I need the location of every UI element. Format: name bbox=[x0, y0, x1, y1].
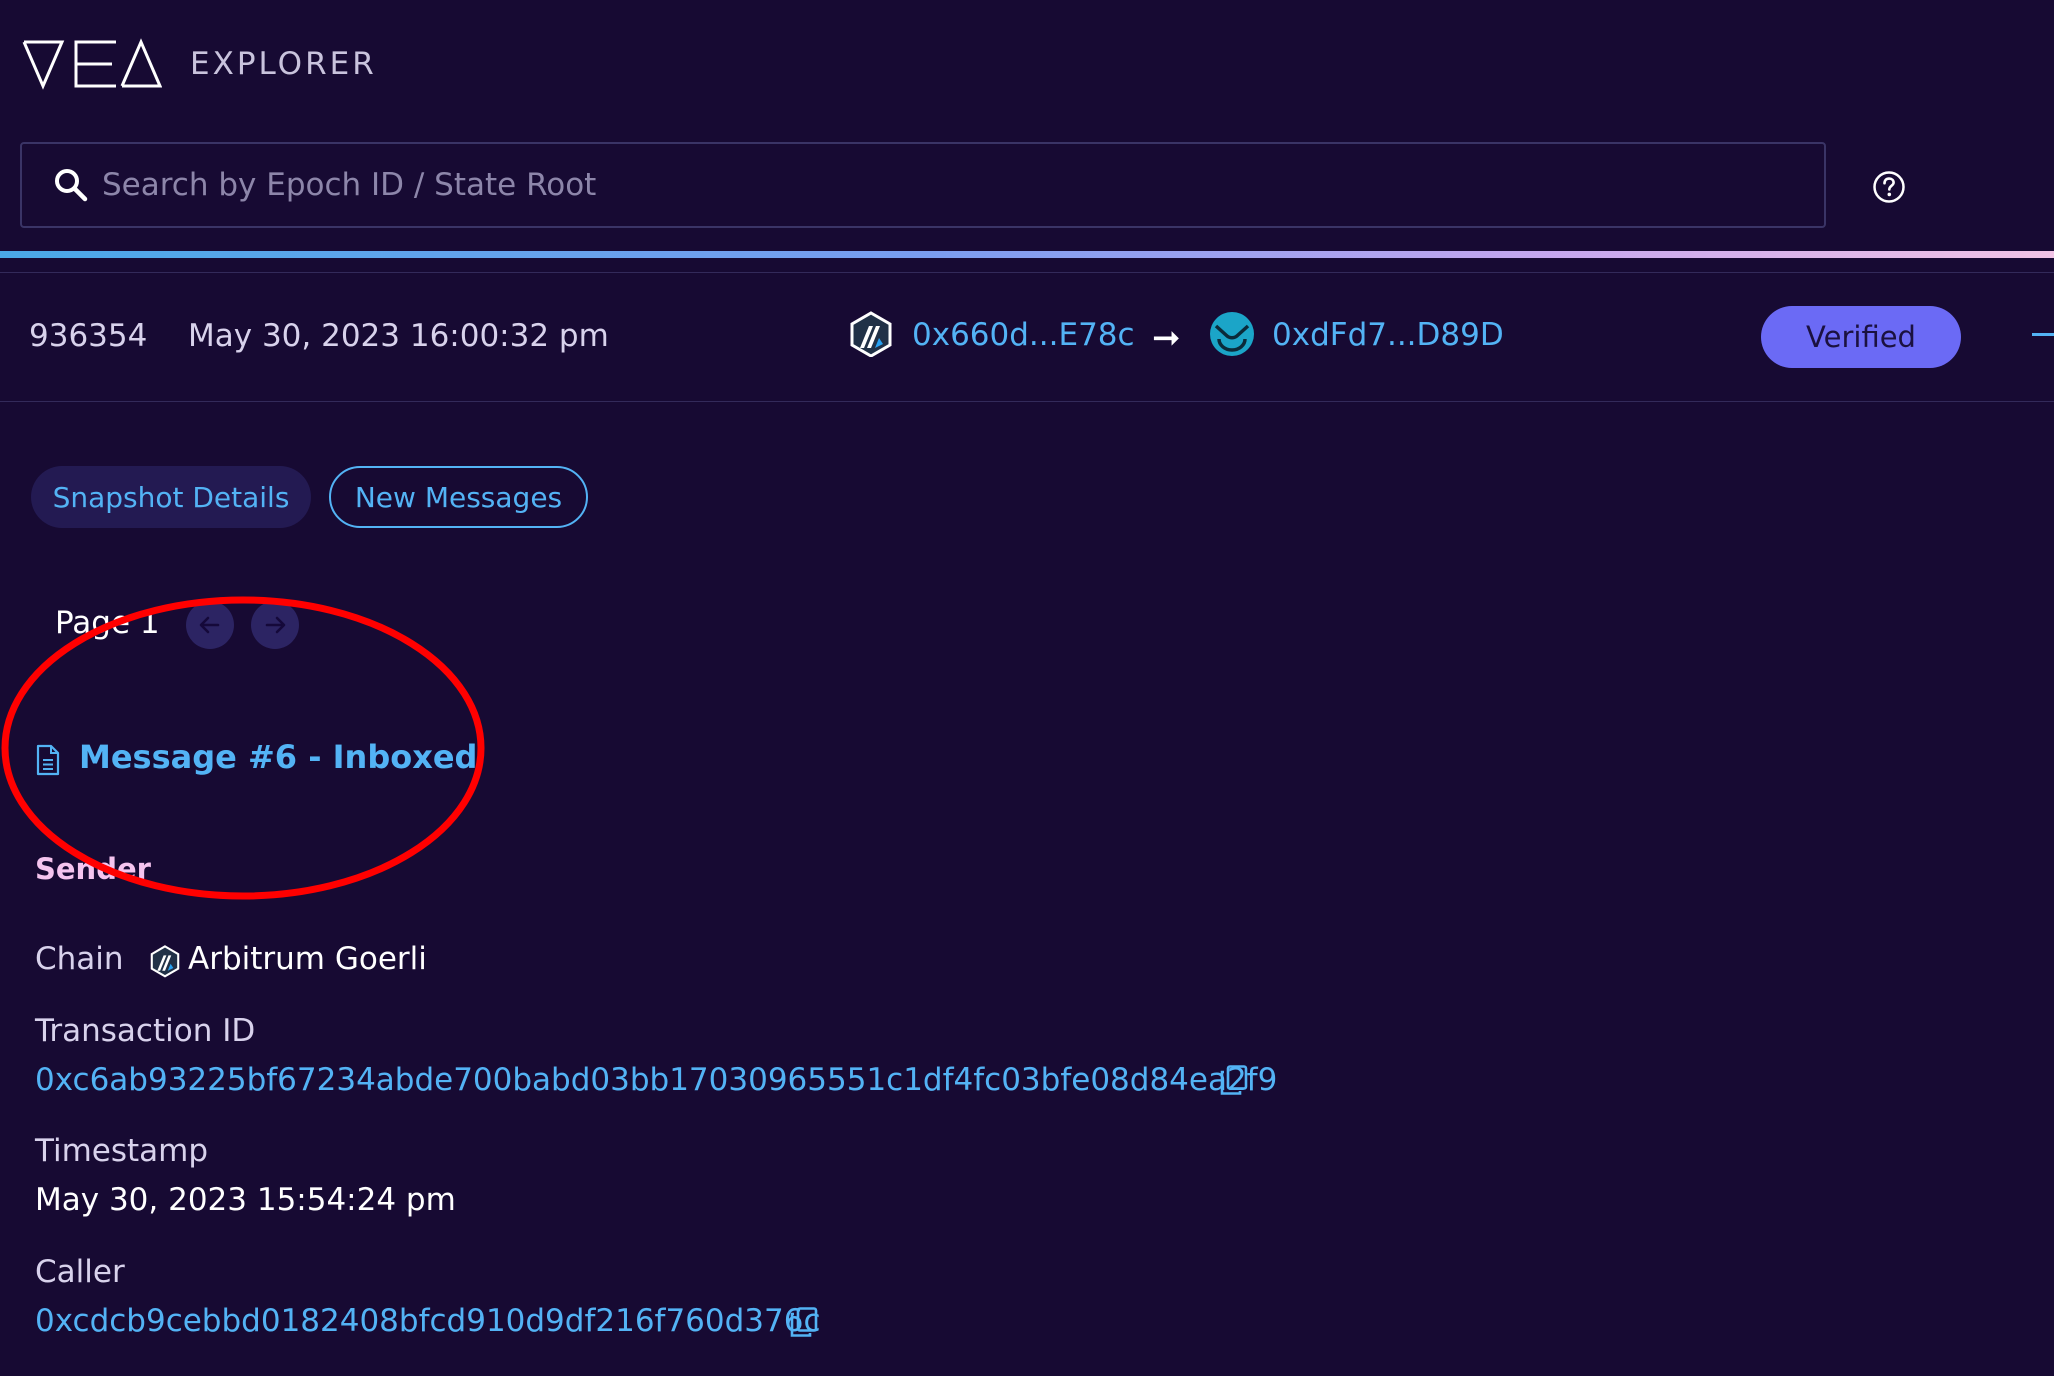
caller-label: Caller bbox=[35, 1254, 125, 1290]
arbitrum-icon bbox=[150, 945, 180, 978]
copy-icon[interactable] bbox=[1219, 1064, 1249, 1096]
copy-icon[interactable] bbox=[789, 1306, 819, 1338]
row-divider-bottom bbox=[0, 401, 2054, 402]
page-label: Page 1 bbox=[55, 605, 160, 641]
epoch-id: 936354 bbox=[29, 318, 148, 354]
epoch-date: May 30, 2023 16:00:32 pm bbox=[188, 318, 609, 354]
row-divider-top bbox=[0, 272, 2054, 273]
search-input[interactable] bbox=[100, 166, 1824, 204]
transaction-id-label: Transaction ID bbox=[35, 1013, 256, 1049]
next-page-button[interactable] bbox=[251, 601, 299, 649]
arrow-left-icon bbox=[199, 616, 220, 634]
chain-value: Arbitrum Goerli bbox=[188, 941, 427, 977]
to-address-link[interactable]: 0xdFd7...D89D bbox=[1272, 317, 1504, 353]
vea-logo-mark bbox=[22, 38, 162, 90]
tab-new-messages[interactable]: New Messages bbox=[329, 466, 588, 528]
timestamp-label: Timestamp bbox=[35, 1133, 209, 1169]
gnosis-icon bbox=[1210, 312, 1254, 356]
message-title[interactable]: Message #6 - Inboxed bbox=[79, 738, 477, 776]
vea-logo[interactable] bbox=[22, 38, 162, 90]
search-icon bbox=[55, 169, 88, 202]
search-bar[interactable] bbox=[20, 142, 1826, 228]
document-icon bbox=[36, 744, 60, 776]
collapse-icon[interactable] bbox=[2032, 333, 2054, 336]
previous-page-button[interactable] bbox=[186, 601, 234, 649]
header-gradient-bar bbox=[0, 251, 2054, 258]
from-address-link[interactable]: 0x660d...E78c bbox=[912, 317, 1135, 353]
transaction-id-link[interactable]: 0xc6ab93225bf67234abde700babd03bb1703096… bbox=[35, 1062, 1277, 1098]
caller-address-link[interactable]: 0xcdcb9cebbd0182408bfcd910d9df216f760d37… bbox=[35, 1303, 821, 1339]
sender-heading: Sender bbox=[35, 852, 151, 886]
arbitrum-icon bbox=[850, 311, 892, 357]
timestamp-value: May 30, 2023 15:54:24 pm bbox=[35, 1182, 456, 1218]
chain-label: Chain bbox=[35, 941, 124, 977]
verified-status-badge: Verified bbox=[1761, 306, 1961, 368]
tab-snapshot-details[interactable]: Snapshot Details bbox=[31, 466, 311, 528]
explorer-label: EXPLORER bbox=[190, 46, 377, 82]
arrow-right-icon bbox=[265, 616, 286, 634]
arrow-right-icon: ➞ bbox=[1152, 318, 1181, 358]
help-icon[interactable] bbox=[1872, 170, 1906, 204]
